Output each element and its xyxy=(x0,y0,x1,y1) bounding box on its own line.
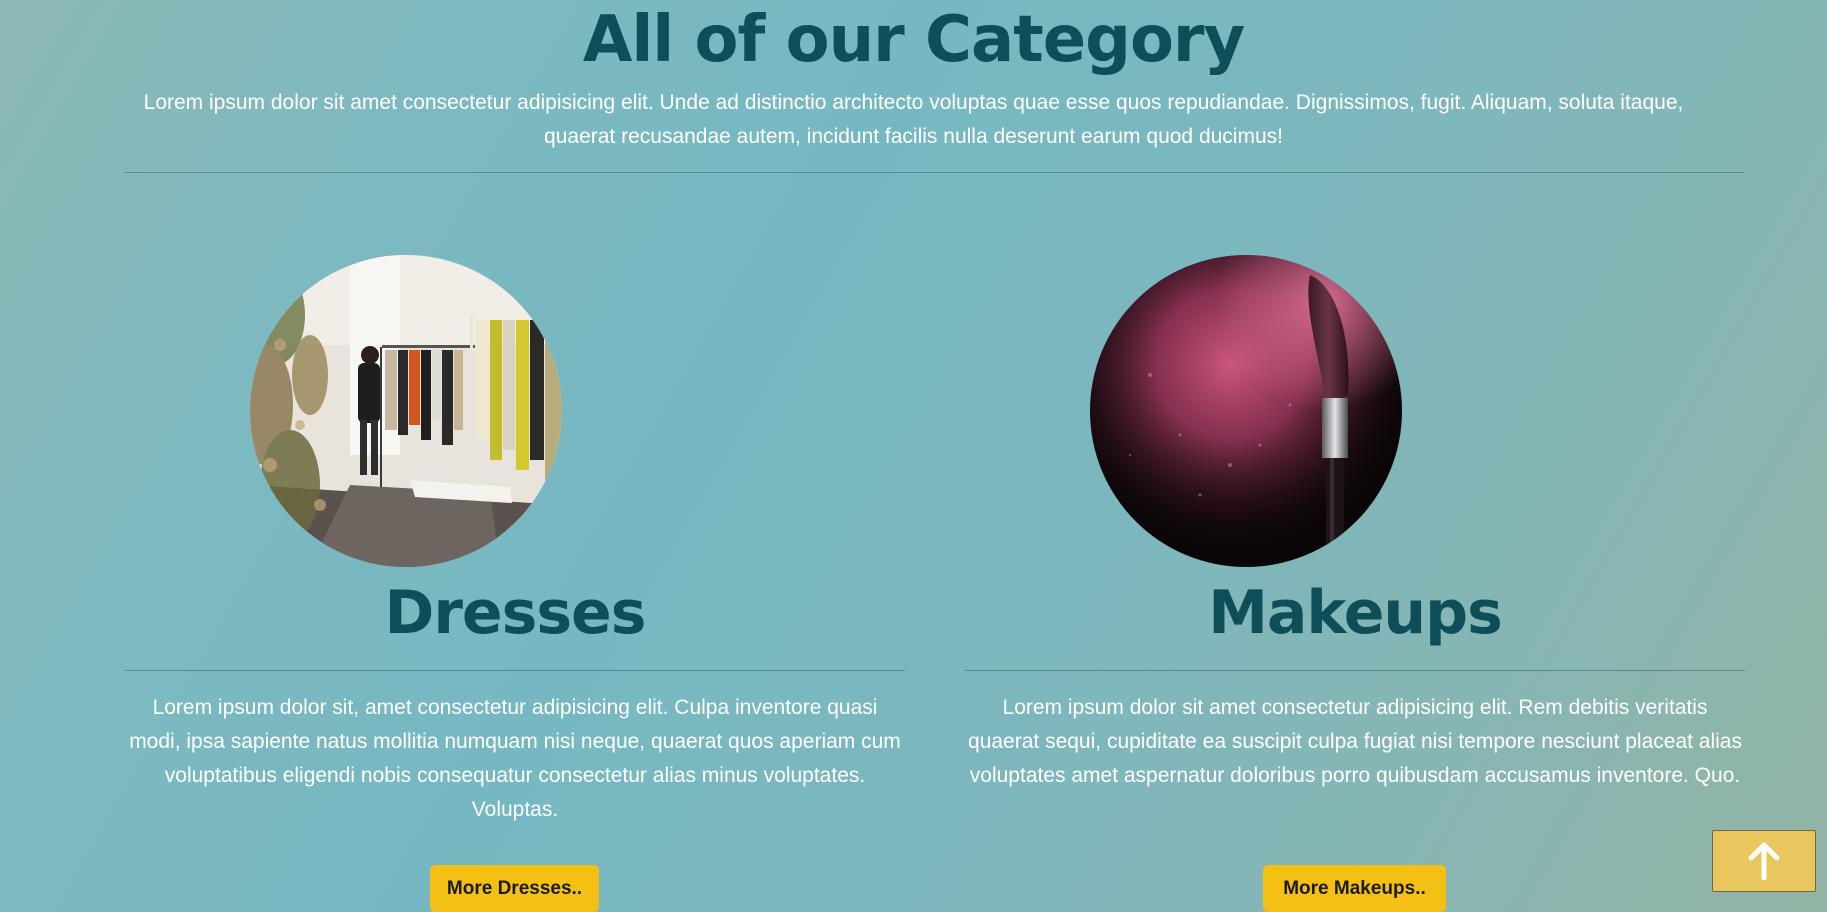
divider xyxy=(125,172,1745,173)
makeups-image xyxy=(1090,255,1402,567)
card-description: Lorem ipsum dolor sit amet consectetur a… xyxy=(968,696,1742,787)
more-dresses-button[interactable]: More Dresses.. xyxy=(430,865,599,912)
card-title: Dresses xyxy=(384,578,647,648)
intro-text: Lorem ipsum dolor sit amet consectetur a… xyxy=(143,91,1684,148)
card-description: Lorem ipsum dolor sit, amet consectetur … xyxy=(129,696,901,821)
arrow-up-icon xyxy=(1748,842,1780,880)
more-makeups-button[interactable]: More Makeups.. xyxy=(1263,865,1446,912)
card-title: Makeups xyxy=(1208,578,1503,648)
dresses-image xyxy=(250,255,562,567)
category-card-dresses: Dresses Lorem ipsum dolor sit, amet cons… xyxy=(125,255,905,912)
scroll-top-button[interactable] xyxy=(1712,830,1816,892)
category-section: All of our Category Lorem ipsum dolor si… xyxy=(0,0,1827,912)
divider xyxy=(125,670,905,671)
category-card-makeups: Makeups Lorem ipsum dolor sit amet conse… xyxy=(965,255,1745,912)
divider xyxy=(965,670,1745,671)
page-title: All of our Category xyxy=(582,3,1245,77)
